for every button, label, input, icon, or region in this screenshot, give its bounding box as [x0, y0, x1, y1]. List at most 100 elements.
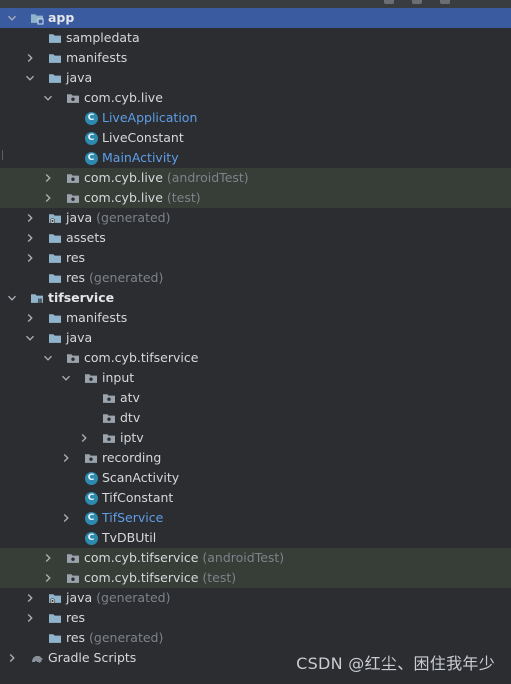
tree-item-name: dtv [120, 410, 141, 425]
class-icon-letter: C [84, 491, 98, 505]
tree-row[interactable]: res [0, 248, 511, 268]
tree-row[interactable]: res [0, 608, 511, 628]
tree-item-label: com.cyb.tifservice (test) [84, 568, 236, 588]
tree-item-suffix: (generated) [85, 270, 164, 285]
tree-item-label: iptv [120, 428, 144, 448]
tree-item-name: LiveApplication [102, 110, 198, 125]
toolbar-button-icon[interactable] [440, 0, 450, 4]
chevron-down-icon[interactable] [42, 348, 54, 368]
chevron-down-icon[interactable] [24, 328, 36, 348]
chevron-right-icon[interactable] [42, 188, 54, 208]
folder-icon [48, 311, 62, 325]
tree-item-name: res [66, 270, 86, 285]
package-icon [84, 451, 98, 465]
tree-row[interactable]: com.cyb.live (test) [0, 188, 511, 208]
chevron-right-icon[interactable] [24, 608, 36, 628]
package-icon [102, 431, 116, 445]
folder-icon [48, 331, 62, 345]
tree-row[interactable]: C TifService [0, 508, 511, 528]
tree-item-name: com.cyb.tifservice [84, 570, 199, 585]
package-icon [102, 391, 116, 405]
chevron-right-icon[interactable] [24, 248, 36, 268]
chevron-right-icon[interactable] [24, 208, 36, 228]
tree-item-name: res [66, 630, 86, 645]
chevron-down-icon[interactable] [6, 8, 18, 28]
toolbar-button-icon[interactable] [412, 0, 422, 4]
class-icon: C [84, 111, 98, 125]
chevron-right-icon[interactable] [24, 48, 36, 68]
tree-item-name: TvDBUtil [102, 530, 157, 545]
tree-item-label: manifests [66, 308, 127, 328]
tree-item-label: LiveApplication [102, 108, 197, 128]
tree-row[interactable]: com.cyb.tifservice (test) [0, 568, 511, 588]
chevron-right-icon[interactable] [42, 168, 54, 188]
tree-row[interactable]: java (generated) [0, 208, 511, 228]
tree-row[interactable]: atv [0, 388, 511, 408]
chevron-down-icon[interactable] [42, 88, 54, 108]
package-icon [66, 551, 80, 565]
tree-row[interactable]: app [0, 8, 511, 28]
class-icon: C [84, 511, 98, 525]
tree-row[interactable]: com.cyb.live [0, 88, 511, 108]
tree-row[interactable]: com.cyb.live (androidTest) [0, 168, 511, 188]
tree-item-label: tifservice [48, 288, 114, 308]
tree-item-label: res (generated) [66, 268, 163, 288]
chevron-down-icon[interactable] [60, 368, 72, 388]
tree-row[interactable]: C LiveConstant [0, 128, 511, 148]
tree-item-name: java [66, 590, 93, 605]
tree-row[interactable]: com.cyb.tifservice [0, 348, 511, 368]
tree-item-name: iptv [120, 430, 144, 445]
chevron-down-icon[interactable] [24, 68, 36, 88]
tree-row[interactable]: java (generated) [0, 588, 511, 608]
tree-row[interactable]: sampledata [0, 28, 511, 48]
tree-row[interactable]: dtv [0, 408, 511, 428]
tree-item-label: res [66, 608, 85, 628]
tree-row[interactable]: C ScanActivity [0, 468, 511, 488]
tree-row[interactable]: input [0, 368, 511, 388]
tree-item-name: manifests [66, 50, 128, 65]
folder-icon [48, 251, 62, 265]
tree-row[interactable]: C TifConstant [0, 488, 511, 508]
tree-item-label: TifService [102, 508, 163, 528]
toolbar-button-icon[interactable] [384, 0, 394, 4]
tree-row[interactable]: manifests [0, 308, 511, 328]
tree-row[interactable]: java [0, 68, 511, 88]
tree-row[interactable]: C MainActivity [0, 148, 511, 168]
tree-item-label: MainActivity [102, 148, 179, 168]
package-icon [66, 171, 80, 185]
tree-item-name: MainActivity [102, 150, 179, 165]
package-icon [66, 351, 80, 365]
tree-item-label: app [48, 8, 74, 28]
chevron-right-icon[interactable] [24, 588, 36, 608]
tree-row[interactable]: iptv [0, 428, 511, 448]
tree-row[interactable]: res (generated) [0, 628, 511, 648]
chevron-right-icon[interactable] [6, 648, 18, 668]
tree-item-label: atv [120, 388, 140, 408]
tree-row[interactable]: tifservice [0, 288, 511, 308]
tree-row[interactable]: manifests [0, 48, 511, 68]
chevron-right-icon[interactable] [60, 508, 72, 528]
tree-row[interactable]: recording [0, 448, 511, 468]
class-icon-letter: C [84, 471, 98, 485]
tree-row[interactable]: com.cyb.tifservice (androidTest) [0, 548, 511, 568]
tree-row[interactable]: res (generated) [0, 268, 511, 288]
chevron-down-icon[interactable] [6, 288, 18, 308]
tree-row[interactable]: java [0, 328, 511, 348]
tree-row[interactable]: C LiveApplication [0, 108, 511, 128]
tree-item-name: res [66, 610, 86, 625]
chevron-right-icon[interactable] [24, 308, 36, 328]
folder-icon [48, 31, 62, 45]
tree-item-name: ScanActivity [102, 470, 180, 485]
tree-row[interactable]: C TvDBUtil [0, 528, 511, 548]
tree-item-label: manifests [66, 48, 127, 68]
chevron-right-icon[interactable] [42, 568, 54, 588]
chevron-right-icon[interactable] [60, 448, 72, 468]
tree-item-label: com.cyb.tifservice [84, 348, 198, 368]
chevron-right-icon[interactable] [24, 228, 36, 248]
tree-item-name: java [66, 210, 93, 225]
tree-item-name: app [48, 10, 75, 25]
chevron-right-icon[interactable] [42, 548, 54, 568]
tree-row[interactable]: assets [0, 228, 511, 248]
tree-item-name: sampledata [66, 30, 140, 45]
chevron-right-icon[interactable] [78, 428, 90, 448]
